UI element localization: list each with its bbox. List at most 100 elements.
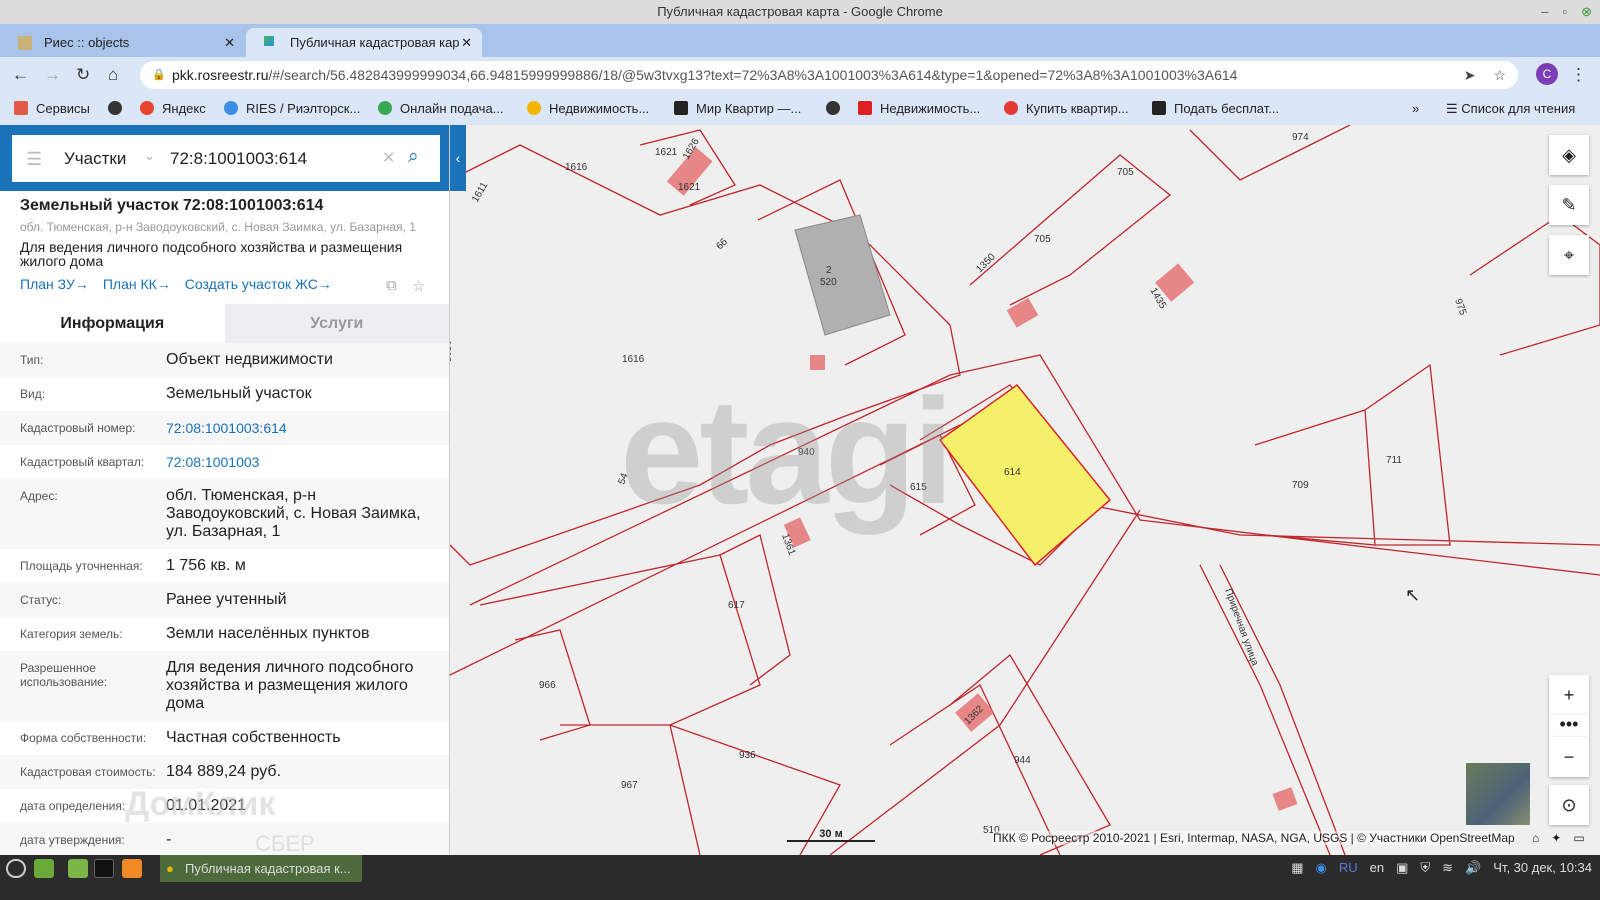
parcel-label: 66	[714, 236, 730, 252]
volume-icon[interactable]: 🔊	[1465, 860, 1481, 876]
forward-icon[interactable]: →	[44, 65, 61, 85]
parcel-label: 1616	[622, 354, 645, 365]
bookmark-ries[interactable]: RIES / Риэлторск...	[224, 101, 360, 116]
plan-zu-link[interactable]: План ЗУ→	[20, 276, 89, 292]
taskbar: ● Публичная кадастровая к... ▦ ◉ RU en ▣ ⛨ ≋ 🔊 Чт…	[0, 855, 1600, 900]
sidebar: ☰ Участки ⌄ 72:8:1001003:614 ✕ ⌕ Земельн…	[0, 125, 450, 855]
info-key: Статус:	[20, 593, 62, 607]
url-host: pkk.rosreestr.ru	[172, 67, 269, 83]
back-icon[interactable]: ←	[12, 65, 29, 85]
close-tab-icon[interactable]: ✕	[224, 28, 235, 57]
parcel-label: 967	[621, 780, 638, 791]
firefox-icon[interactable]	[122, 859, 142, 878]
shield-icon[interactable]: ⛨	[1420, 860, 1430, 876]
ruler-icon: ✎	[1561, 195, 1577, 215]
plan-kk-link[interactable]: План КК→	[103, 276, 171, 292]
send-icon[interactable]: ➤	[1464, 61, 1476, 89]
maximize-icon[interactable]: ▫	[1562, 0, 1567, 24]
locate-button[interactable]: ⌖	[1549, 235, 1589, 275]
info-value[interactable]: 72:08:1001003:614	[166, 419, 429, 437]
tab-label: Публичная кадастровая кар	[290, 35, 460, 50]
info-value: Объект недвижимости	[166, 351, 333, 368]
home-icon[interactable]: ⌂	[1532, 831, 1539, 845]
profile-avatar[interactable]: C	[1536, 63, 1558, 85]
info-value: Земельный участок	[166, 385, 312, 402]
realty-icon	[858, 101, 872, 115]
close-tab-icon[interactable]: ✕	[461, 28, 472, 57]
collapse-sidebar-button[interactable]: ‹	[450, 125, 466, 191]
bookmark-globe-2[interactable]	[826, 101, 848, 116]
desktop-icon[interactable]	[34, 859, 54, 878]
reload-icon[interactable]: ↻	[76, 65, 90, 85]
zoom-more-button[interactable]: •••	[1549, 715, 1589, 737]
parcel-label: 614	[1004, 467, 1021, 478]
bookmark-services[interactable]: Сервисы	[14, 101, 90, 116]
reading-list[interactable]: ☰ Список для чтения	[1446, 101, 1575, 117]
measure-button[interactable]: ✎	[1549, 185, 1589, 225]
bookmark-mirkvartir[interactable]: Мир Квартир —...	[674, 101, 801, 116]
chevron-down-icon[interactable]: ⌄	[144, 148, 155, 164]
address-bar[interactable]: 🔒 pkk.rosreestr.ru/#/search/56.4828439999…	[140, 61, 1518, 89]
teamviewer-icon[interactable]: ◉	[1316, 860, 1327, 876]
keyboard-layout[interactable]: RU	[1339, 860, 1358, 876]
bookmarks-bar: Сервисы Яндекс RIES / Риэлторск... Онлай…	[0, 93, 1600, 125]
search-icon[interactable]: ⌕	[408, 146, 419, 168]
close-window-icon[interactable]: ⊗	[1581, 0, 1592, 24]
info-row: Вид: Земельный участок	[0, 377, 449, 411]
minimize-icon[interactable]: –	[1541, 0, 1548, 24]
parcel-use: Для ведения личного подсобного хозяйства…	[20, 239, 403, 269]
tab-pkk[interactable]: Публичная кадастровая кар ✕	[246, 28, 482, 57]
mouse-cursor-icon: ↖	[1405, 585, 1421, 605]
favorite-star-icon[interactable]: ☆	[412, 277, 425, 295]
terminal-icon[interactable]	[94, 859, 114, 878]
home-icon[interactable]: ⌂	[108, 65, 118, 85]
search-document-icon[interactable]: ⧉	[386, 277, 397, 294]
tab-information[interactable]: Информация	[0, 304, 225, 343]
info-value[interactable]: 72:08:1001003	[166, 453, 429, 471]
bookmark-globe[interactable]	[108, 101, 130, 116]
menu-icon[interactable]: ☰	[26, 149, 42, 170]
info-row: Площадь уточненная: 1 756 кв. м	[0, 549, 449, 583]
watermark-etagi: etagi	[620, 367, 954, 535]
menu-icon[interactable]: ⋮	[1570, 65, 1587, 85]
more-bookmarks-icon[interactable]: »	[1412, 101, 1419, 116]
info-value: 1 756 кв. м	[166, 557, 246, 574]
bookmark-realty-2[interactable]: Недвижимость...	[858, 101, 980, 116]
bookmark-star-icon[interactable]: ☆	[1493, 61, 1506, 89]
parcel-boundary	[479, 554, 761, 855]
tab-ries[interactable]: Риес :: objects ✕	[0, 28, 245, 57]
parcel-label: 974	[1292, 132, 1309, 143]
tab-services[interactable]: Услуги	[224, 304, 449, 343]
street-label: Приречная улица	[1222, 587, 1260, 667]
parcel-label: 1611	[470, 180, 490, 205]
dots-icon: •••	[1559, 714, 1579, 734]
layers-button[interactable]: ◈	[1549, 135, 1589, 175]
files-icon[interactable]	[68, 859, 88, 878]
clear-icon[interactable]: ✕	[382, 148, 395, 168]
search-input[interactable]: 72:8:1001003:614	[170, 149, 307, 169]
wifi-icon[interactable]: ≋	[1442, 860, 1453, 876]
bookmark-online[interactable]: Онлайн подача...	[378, 101, 504, 116]
zoom-in-button[interactable]: +	[1549, 675, 1589, 715]
parcel-address: обл. Тюменская, р-н Заводоуковский, с. Н…	[20, 220, 416, 234]
bookmark-post[interactable]: Подать бесплат...	[1152, 101, 1279, 116]
watermark-sber: СБЕР	[255, 831, 315, 855]
input-language[interactable]: en	[1370, 860, 1384, 876]
zoom-out-button[interactable]: −	[1549, 737, 1589, 777]
compass-button[interactable]: ⊙	[1549, 785, 1589, 825]
calculator-icon[interactable]: ▦	[1291, 860, 1303, 876]
bookmark-realty[interactable]: Недвижимость...	[527, 101, 649, 116]
bookmark-yandex[interactable]: Яндекс	[140, 101, 206, 116]
info-row: Кадастровая стоимость: 184 889,24 руб.	[0, 755, 449, 789]
create-parcel-link[interactable]: Создать участок ЖС→	[185, 276, 332, 292]
search-type-select[interactable]: Участки	[64, 149, 126, 169]
clock: Чт, 30 дек, 10:34	[1493, 860, 1592, 875]
taskbar-chrome-window[interactable]: ● Публичная кадастровая к...	[160, 855, 362, 882]
basemap-switcher[interactable]	[1466, 763, 1530, 825]
bookmark-buy[interactable]: Купить квартир...	[1004, 101, 1129, 116]
info-key: дата утверждения:	[20, 833, 125, 847]
clipboard-icon[interactable]: ▣	[1396, 860, 1408, 876]
fullscreen-icon[interactable]: ▭	[1573, 831, 1584, 845]
target-icon[interactable]: ✦	[1551, 831, 1561, 845]
start-menu-icon[interactable]	[6, 859, 26, 878]
